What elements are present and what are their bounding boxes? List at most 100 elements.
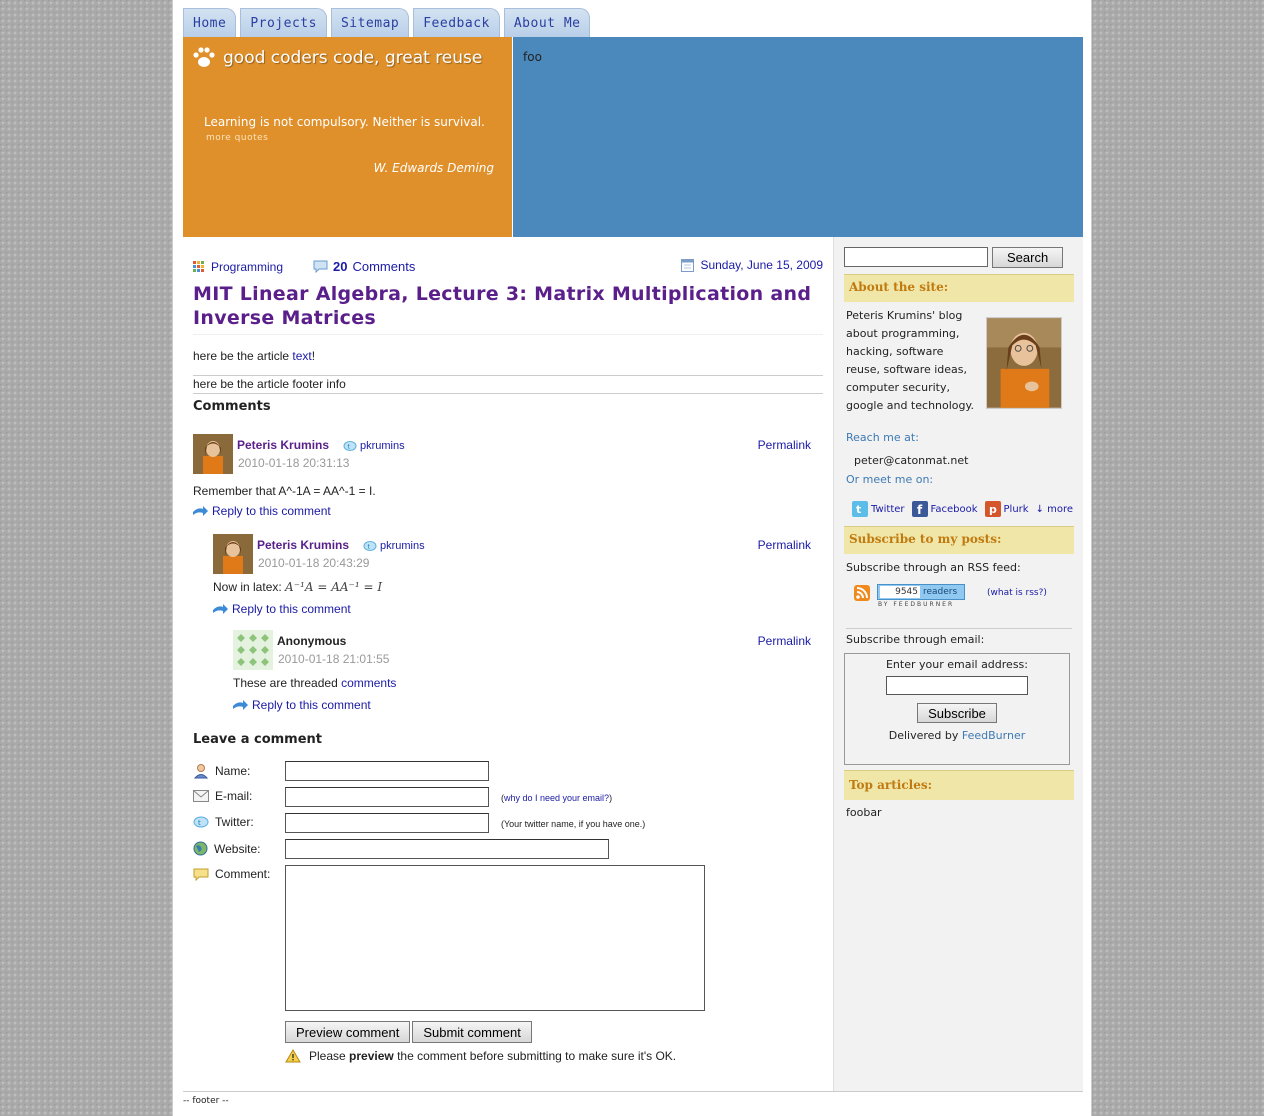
comment-twitter-handle[interactable]: pkrumins bbox=[360, 440, 405, 452]
comment-label-text: Comment: bbox=[215, 867, 271, 881]
permalink[interactable]: Permalink bbox=[758, 538, 811, 552]
social-plurk-label[interactable]: Plurk bbox=[1004, 504, 1029, 515]
name-field[interactable] bbox=[285, 761, 489, 781]
email-label: E-mail: bbox=[193, 789, 252, 803]
permalink[interactable]: Permalink bbox=[758, 438, 811, 452]
article-footer-info: here be the article footer info bbox=[193, 375, 823, 394]
subscribe-email-input[interactable] bbox=[886, 676, 1028, 695]
social-more-link[interactable]: ↓ more bbox=[1036, 504, 1073, 515]
comment-text: These are threaded comments bbox=[233, 676, 823, 690]
name-label-text: Name: bbox=[215, 764, 251, 778]
site-header: good coders code, great reuse Learning i… bbox=[183, 37, 1083, 237]
readers-count: 9545 bbox=[880, 586, 920, 598]
twitter-icon: t bbox=[852, 501, 868, 517]
email-field[interactable] bbox=[285, 787, 489, 807]
website-field[interactable] bbox=[285, 839, 609, 859]
nav-tab-home[interactable]: Home bbox=[183, 8, 237, 37]
rss-label: Subscribe through an RSS feed: bbox=[846, 561, 1021, 574]
comment-author[interactable]: Peteris Krumins bbox=[257, 538, 349, 552]
facebook-icon: f bbox=[911, 501, 928, 517]
avatar bbox=[193, 434, 233, 474]
comments-heading: Comments bbox=[193, 399, 271, 414]
comment-math: A⁻¹A = AA⁻¹ = I bbox=[285, 580, 383, 594]
identicon-avatar bbox=[233, 630, 273, 670]
submit-comment-button[interactable]: Submit comment bbox=[412, 1021, 532, 1043]
form-row-comment: Comment: bbox=[193, 865, 823, 1021]
delivered-by-text: Delivered by bbox=[888, 729, 962, 742]
header-banner: foo bbox=[513, 37, 1083, 237]
article-title[interactable]: MIT Linear Algebra, Lecture 3: Matrix Mu… bbox=[193, 282, 823, 335]
comment-bubble-icon bbox=[313, 260, 328, 273]
reply-label[interactable]: Reply to this comment bbox=[232, 602, 351, 616]
feedburner-counter[interactable]: 9545 readers bbox=[877, 584, 965, 600]
about-heading: About the site: bbox=[844, 274, 1074, 302]
what-is-rss-link[interactable]: (what is rss?) bbox=[987, 588, 1047, 598]
site-logo[interactable]: good coders code, great reuse bbox=[191, 45, 482, 71]
main-content: Programming 20 Comments Sunday, June 15,… bbox=[193, 250, 823, 1063]
comment-textarea[interactable] bbox=[285, 865, 705, 1011]
footer-divider bbox=[183, 1091, 1083, 1092]
leave-comment-heading: Leave a comment bbox=[193, 732, 323, 747]
reply-link[interactable]: Reply to this comment bbox=[213, 602, 823, 616]
about-text: Peteris Krumins' blog about programming,… bbox=[846, 307, 986, 415]
enter-email-label: Enter your email address: bbox=[885, 658, 1028, 671]
reply-link[interactable]: Reply to this comment bbox=[233, 698, 823, 712]
article-comments-count[interactable]: 20 Comments bbox=[313, 259, 415, 274]
permalink[interactable]: Permalink bbox=[758, 634, 811, 648]
email-sub-label: Subscribe through email: bbox=[846, 628, 1072, 649]
top-article-item[interactable]: foobar bbox=[846, 804, 882, 822]
search-input[interactable] bbox=[844, 247, 988, 267]
comment: Peteris Krumins t pkrumins 2010-01-18 20… bbox=[193, 434, 823, 518]
about-line: reuse, software ideas, bbox=[846, 363, 968, 376]
search-button[interactable]: Search bbox=[992, 247, 1064, 268]
warning-text: Please preview the comment before submit… bbox=[309, 1049, 676, 1063]
body-prefix: here be the article bbox=[193, 349, 293, 363]
rss-icon[interactable] bbox=[854, 585, 870, 601]
comment-twitter[interactable]: t pkrumins bbox=[363, 540, 425, 552]
reply-label[interactable]: Reply to this comment bbox=[252, 698, 371, 712]
warning-icon bbox=[285, 1049, 301, 1063]
why-email-link[interactable]: why do I need your email? bbox=[504, 793, 609, 803]
twitter-field[interactable] bbox=[285, 813, 489, 833]
social-twitter-label[interactable]: Twitter bbox=[871, 504, 905, 515]
reply-arrow-icon bbox=[233, 699, 248, 710]
page-container: Home Projects Sitemap Feedback About Me … bbox=[172, 0, 1092, 1116]
form-row-twitter: t Twitter: (Your twitter name, if you ha… bbox=[193, 813, 823, 839]
comment-text-link[interactable]: comments bbox=[341, 676, 396, 690]
reply-link[interactable]: Reply to this comment bbox=[193, 504, 823, 518]
reply-arrow-icon bbox=[193, 505, 208, 516]
social-plurk[interactable]: p Plurk bbox=[984, 501, 1029, 517]
feedburner-link[interactable]: FeedBurner bbox=[962, 729, 1025, 742]
comments-count[interactable]: 20 bbox=[333, 259, 347, 274]
about-line: about programming, bbox=[846, 327, 960, 340]
reach-label: Reach me at: bbox=[846, 431, 919, 444]
logo-text: good coders code, great reuse bbox=[223, 48, 483, 68]
comment-text-prefix: These are threaded bbox=[233, 676, 342, 690]
nav-tab-feedback[interactable]: Feedback bbox=[413, 8, 500, 37]
comment-label: Comment: bbox=[193, 867, 270, 881]
subscribe-heading: Subscribe to my posts: bbox=[844, 526, 1074, 554]
plurk-icon: p bbox=[984, 501, 1001, 517]
social-twitter[interactable]: t Twitter bbox=[852, 501, 905, 517]
nav-tab-about-me[interactable]: About Me bbox=[503, 8, 591, 37]
nav-tab-sitemap[interactable]: Sitemap bbox=[330, 8, 410, 37]
contact-email[interactable]: peter@catonmat.net bbox=[854, 452, 968, 470]
comment-author[interactable]: Peteris Krumins bbox=[237, 438, 329, 452]
more-quotes-link[interactable]: more quotes bbox=[206, 133, 268, 143]
category-link[interactable]: Programming bbox=[211, 260, 283, 274]
comment-twitter-handle[interactable]: pkrumins bbox=[380, 540, 425, 552]
subscribe-button[interactable]: Subscribe bbox=[917, 703, 997, 723]
comments-link[interactable]: Comments bbox=[352, 259, 415, 274]
reply-label[interactable]: Reply to this comment bbox=[212, 504, 331, 518]
svg-text:f: f bbox=[917, 503, 923, 517]
nav-tab-projects[interactable]: Projects bbox=[240, 8, 327, 37]
about-line: Peteris Krumins' blog bbox=[846, 309, 963, 322]
social-facebook[interactable]: f Facebook bbox=[911, 501, 978, 517]
preview-comment-button[interactable]: Preview comment bbox=[285, 1021, 411, 1043]
twitter-note: (Your twitter name, if you have one.) bbox=[501, 819, 646, 829]
comment-twitter[interactable]: t pkrumins bbox=[343, 440, 405, 452]
sidebar: Search About the site: Peteris Krumins' … bbox=[833, 237, 1083, 1091]
body-link[interactable]: text bbox=[292, 349, 311, 363]
social-facebook-label[interactable]: Facebook bbox=[931, 504, 978, 515]
calendar-icon bbox=[681, 258, 695, 272]
